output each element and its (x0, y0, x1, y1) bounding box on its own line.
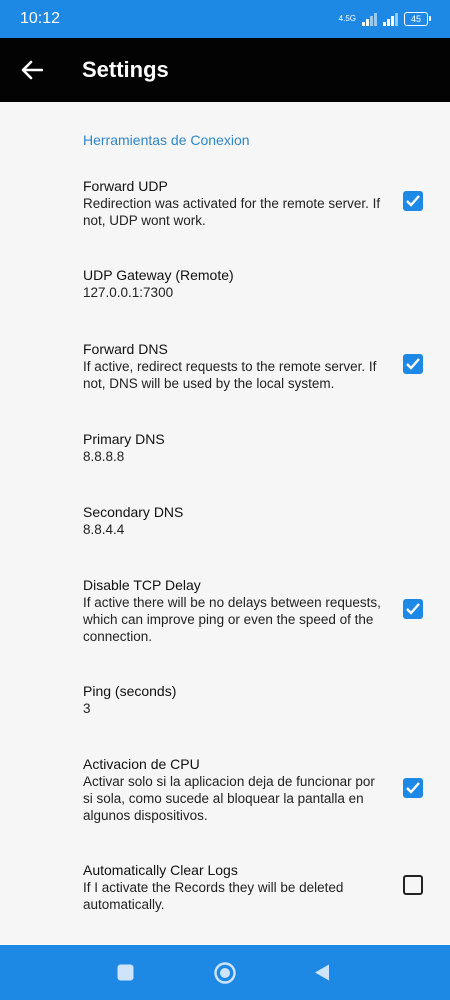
pref-title: Secondary DNS (83, 504, 184, 520)
pref-summary: If I activate the Records they will be d… (83, 880, 344, 912)
battery-icon: 45 (404, 12, 431, 26)
activacion-cpu-checkbox[interactable] (403, 778, 423, 798)
pref-primary-dns[interactable]: Primary DNS 8.8.8.8 (83, 430, 383, 465)
back-triangle-icon[interactable] (314, 964, 330, 981)
pref-forward-udp[interactable]: Forward UDP Redirection was activated fo… (83, 177, 383, 229)
pref-activacion-cpu[interactable]: Activacion de CPU Activar solo si la apl… (83, 755, 383, 824)
pref-summary: 127.0.0.1:7300 (83, 285, 174, 300)
pref-title: Ping (seconds) (83, 683, 177, 699)
arrow-left-icon[interactable] (0, 38, 64, 102)
home-circle-icon[interactable] (214, 962, 236, 984)
pref-summary: Activar solo si la aplicacion deja de fu… (83, 774, 375, 823)
pref-summary: Redirection was activated for the remote… (83, 196, 381, 228)
battery-level: 45 (410, 14, 421, 24)
pref-title: Disable TCP Delay (83, 577, 201, 593)
section-header: Herramientas de Conexion (83, 132, 250, 148)
pref-title: Forward DNS (83, 341, 168, 357)
pref-summary: 8.8.8.8 (83, 449, 125, 464)
page-title: Settings (82, 57, 169, 82)
status-time: 10:12 (20, 10, 61, 27)
signal-strength-icon (362, 12, 377, 26)
pref-title: Forward UDP (83, 178, 168, 194)
status-icons: 4.5G 45 (338, 12, 431, 26)
auto-clear-logs-checkbox[interactable] (403, 875, 423, 895)
forward-dns-checkbox[interactable] (403, 354, 423, 374)
settings-list: Herramientas de Conexion Forward UDP Red… (0, 102, 450, 945)
pref-auto-clear-logs[interactable]: Automatically Clear Logs If I activate t… (83, 861, 383, 913)
pref-title: Activacion de CPU (83, 756, 200, 772)
pref-secondary-dns[interactable]: Secondary DNS 8.8.4.4 (83, 503, 383, 538)
pref-title: UDP Gateway (Remote) (83, 267, 234, 283)
pref-summary: If active there will be no delays betwee… (83, 595, 381, 644)
disable-tcp-delay-checkbox[interactable] (403, 599, 423, 619)
pref-summary: 3 (83, 701, 91, 716)
pref-disable-tcp-delay[interactable]: Disable TCP Delay If active there will b… (83, 576, 383, 645)
app-bar: Settings (0, 38, 450, 102)
pref-udp-gateway[interactable]: UDP Gateway (Remote) 127.0.0.1:7300 (83, 266, 383, 301)
pref-summary: If active, redirect requests to the remo… (83, 359, 377, 391)
pref-summary: 8.8.4.4 (83, 522, 125, 537)
pref-ping-seconds[interactable]: Ping (seconds) 3 (83, 682, 383, 717)
network-type-label: 4.5G (338, 14, 356, 23)
pref-title: Automatically Clear Logs (83, 862, 238, 878)
status-bar: 10:12 4.5G 45 (0, 0, 450, 38)
pref-forward-dns[interactable]: Forward DNS If active, redirect requests… (83, 340, 383, 392)
recents-square-icon[interactable] (117, 964, 134, 981)
pref-title: Primary DNS (83, 431, 165, 447)
navigation-bar (0, 945, 450, 1000)
forward-udp-checkbox[interactable] (403, 191, 423, 211)
signal-strength-icon-2 (383, 12, 398, 26)
